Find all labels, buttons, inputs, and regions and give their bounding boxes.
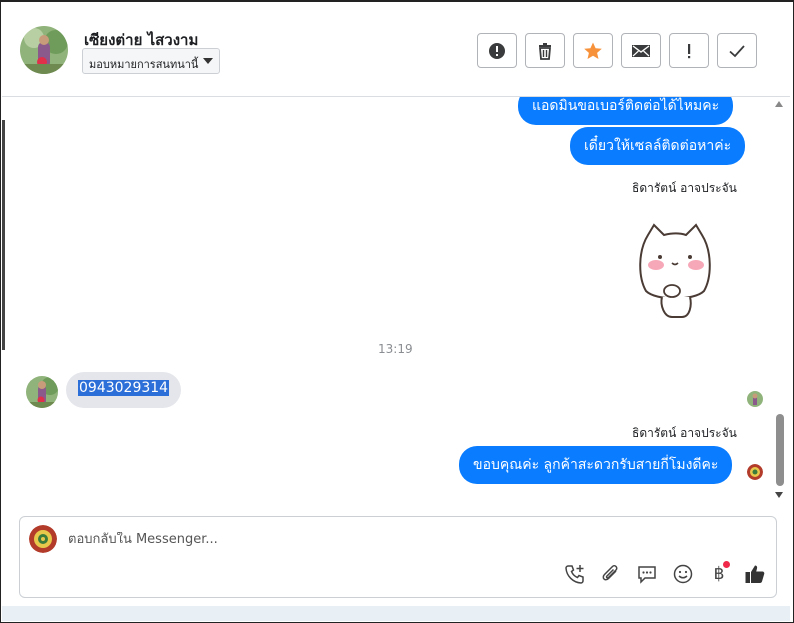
- assign-label: มอบหมายการสนทนานี้: [89, 58, 199, 71]
- delete-button[interactable]: [525, 33, 565, 68]
- mail-icon: [632, 44, 650, 57]
- cat-sticker[interactable]: [634, 221, 714, 319]
- reply-composer: ฿: [19, 516, 777, 598]
- notification-dot: [723, 561, 730, 568]
- seen-avatar: [747, 391, 763, 407]
- chat-bubble-icon: [638, 566, 656, 584]
- sender-name: ธิดารัตน์ อาจประจัน: [632, 181, 737, 195]
- mark-spam-button[interactable]: [477, 33, 517, 68]
- contact-avatar-small[interactable]: [26, 376, 58, 408]
- star-button[interactable]: [573, 33, 613, 68]
- like-button[interactable]: [744, 563, 766, 585]
- attach-button[interactable]: [600, 563, 622, 585]
- emoji-button[interactable]: [672, 563, 694, 585]
- check-icon: [729, 44, 745, 57]
- mark-unread-button[interactable]: [621, 33, 661, 68]
- alert-icon: [489, 42, 505, 59]
- scroll-down-arrow[interactable]: [775, 492, 783, 498]
- contact-avatar[interactable]: [20, 26, 68, 74]
- assign-conversation-dropdown[interactable]: มอบหมายการสนทนานี้: [82, 48, 220, 74]
- conversation-header: เซียงต่าย ไสวงาม มอบหมายการสนทนานี้: [2, 2, 790, 97]
- message-incoming[interactable]: 0943029314: [66, 372, 182, 408]
- scroll-up-arrow[interactable]: [775, 101, 783, 107]
- bottom-strip: [2, 606, 790, 621]
- call-button[interactable]: [564, 563, 586, 585]
- seen-avatar: [747, 464, 763, 480]
- conversation-actions: [477, 33, 757, 68]
- scrollbar-thumb[interactable]: [776, 414, 784, 486]
- message-outgoing[interactable]: เดี๋ยวให้เซลล์ติดต่อหาค่ะ: [570, 127, 746, 165]
- exclamation-icon: [688, 43, 691, 58]
- saved-replies-button[interactable]: [636, 563, 658, 585]
- payment-button[interactable]: ฿: [708, 561, 730, 585]
- caret-down-icon: [203, 58, 213, 64]
- sender-name: ธิดารัตน์ อาจประจัน: [632, 426, 737, 440]
- baht-icon: ฿: [713, 564, 725, 584]
- reply-input[interactable]: [68, 532, 708, 547]
- follow-up-button[interactable]: [669, 33, 709, 68]
- page-avatar: [29, 525, 57, 553]
- message-timestamp: 13:19: [378, 342, 413, 356]
- message-thread: แอดมินขอเบอร์ติดต่อได้ไหมคะ เดี๋ยวให้เซล…: [2, 97, 790, 507]
- mark-done-button[interactable]: [717, 33, 757, 68]
- star-icon: [584, 42, 602, 59]
- smiley-icon: [673, 564, 693, 584]
- phone-add-icon: [565, 565, 584, 584]
- message-outgoing[interactable]: ขอบคุณค่ะ ลูกค้าสะดวกรับสายกี่โมงดีคะ: [459, 446, 733, 484]
- trash-icon: [539, 42, 551, 60]
- selected-phone-number[interactable]: 0943029314: [78, 380, 170, 396]
- composer-tools: ฿: [564, 561, 766, 585]
- thumbs-up-icon: [745, 565, 765, 583]
- message-outgoing[interactable]: แอดมินขอเบอร์ติดต่อได้ไหมคะ: [518, 97, 734, 125]
- paperclip-icon: [602, 565, 618, 581]
